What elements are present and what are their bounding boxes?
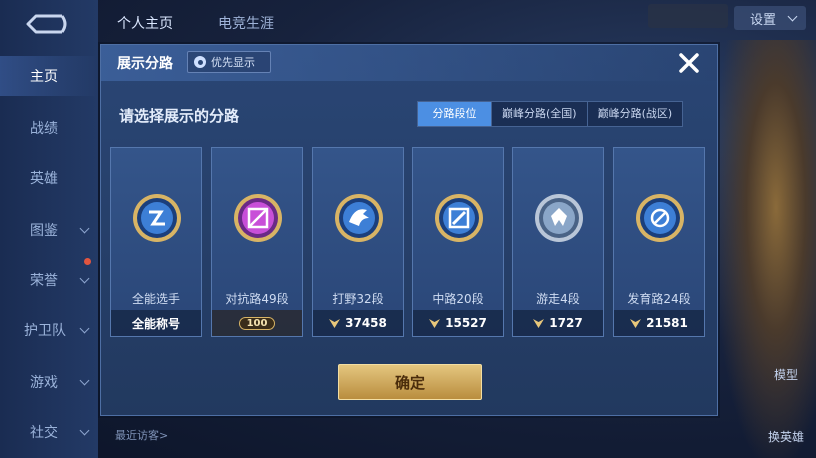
confirm-button[interactable]: 确定 (338, 364, 482, 400)
chevron-down-icon (79, 425, 90, 436)
chevron-down-icon (787, 11, 798, 22)
lane-footer-text: 1727 (549, 316, 583, 330)
peak-points-icon (429, 318, 441, 328)
nav-item-games[interactable]: 游戏 (0, 362, 98, 402)
lane-footer-text: 全能称号 (131, 316, 180, 331)
dialog-title: 展示分路 (117, 56, 173, 72)
nav-item-honor[interactable]: 荣誉 (0, 260, 98, 300)
model-button[interactable]: 模型 (774, 366, 798, 383)
gear-icon (194, 56, 206, 68)
nav-item-heroes[interactable]: 英雄 (0, 158, 98, 198)
left-nav: 主页 战绩 英雄 图鉴 荣誉 护卫队 游戏 社交 (0, 0, 98, 458)
lane-footer-text: 21581 (646, 316, 688, 330)
nav-item-social[interactable]: 社交 (0, 412, 98, 452)
settings-label: 设置 (750, 12, 777, 28)
lane-name: 对抗路49段 (225, 292, 289, 306)
tab-profile[interactable]: 个人主页 (117, 13, 173, 33)
chevron-down-icon (79, 323, 90, 334)
tab-lane-rank[interactable]: 分路段位 (418, 102, 491, 126)
nav-label: 社交 (30, 425, 58, 441)
priority-display-button[interactable]: 优先显示 (187, 51, 271, 73)
lane-footer: 1727 (513, 310, 603, 336)
lane-footer: 37458 (313, 310, 403, 336)
lane-name: 打野32段 (332, 292, 384, 306)
nav-label: 主页 (30, 69, 58, 85)
lane-footer: 100 (212, 310, 302, 336)
nav-label: 荣誉 (30, 273, 58, 289)
change-hero-button[interactable]: 换英雄 (768, 428, 804, 445)
allround-icon (133, 194, 181, 242)
tab-peak-region[interactable]: 巅峰分路(战区) (586, 102, 683, 126)
lane-card-roam[interactable]: 游走4段 1727 (512, 147, 604, 337)
nav-label: 护卫队 (24, 323, 66, 339)
tab-peak-national[interactable]: 巅峰分路(全国) (491, 102, 587, 126)
status-badge (648, 4, 728, 28)
lane-name: 游走4段 (536, 292, 580, 306)
lane-card-farm[interactable]: 发育路24段 21581 (613, 147, 705, 337)
tab-esports[interactable]: 电竞生涯 (218, 13, 274, 33)
sword-icon (234, 194, 282, 242)
nav-label: 英雄 (30, 171, 58, 187)
lane-card-clash[interactable]: 对抗路49段 100 (211, 147, 303, 337)
lane-footer-text: 100 (246, 317, 268, 329)
lane-display-dialog: 展示分路 优先显示 请选择展示的分路 分路段位 巅峰分路(全国) 巅峰分路(战区… (100, 44, 718, 416)
dialog-subtitle: 请选择展示的分路 (119, 107, 240, 125)
lane-card-allround[interactable]: 全能选手 全能称号 (110, 147, 202, 337)
rank-plaque: 100 (238, 316, 276, 330)
nav-item-gallery[interactable]: 图鉴 (0, 210, 98, 250)
close-icon[interactable] (675, 49, 703, 77)
lane-footer-text: 37458 (345, 316, 387, 330)
settings-button[interactable]: 设置 (734, 6, 806, 30)
recent-visitors[interactable]: 最近访客> (115, 427, 168, 443)
lane-name: 发育路24段 (627, 292, 691, 306)
chevron-down-icon (79, 273, 90, 284)
nav-label: 图鉴 (30, 223, 58, 239)
nav-label: 战绩 (30, 121, 58, 137)
lane-footer: 全能称号 (111, 310, 201, 336)
lane-card-mid[interactable]: 中路20段 15527 (412, 147, 504, 337)
lane-type-tabs: 分路段位 巅峰分路(全国) 巅峰分路(战区) (417, 101, 684, 127)
target-icon (636, 194, 684, 242)
chevron-down-icon (79, 375, 90, 386)
peak-points-icon (329, 318, 341, 328)
lane-footer-text: 15527 (445, 316, 487, 330)
staff-icon (435, 194, 483, 242)
chevron-down-icon (79, 223, 90, 234)
wing-icon (535, 194, 583, 242)
lane-footer: 21581 (614, 310, 704, 336)
nav-item-home[interactable]: 主页 (0, 56, 98, 96)
wolf-icon (335, 194, 383, 242)
peak-points-icon (533, 318, 545, 328)
lane-name: 中路20段 (432, 292, 484, 306)
lane-name: 全能选手 (131, 292, 180, 306)
nav-item-record[interactable]: 战绩 (0, 108, 98, 148)
back-arrow-icon[interactable] (22, 10, 70, 38)
nav-item-guard[interactable]: 护卫队 (0, 310, 98, 350)
priority-display-label: 优先显示 (211, 56, 255, 69)
peak-points-icon (630, 318, 642, 328)
hero-portrait (716, 40, 816, 458)
lane-card-jungle[interactable]: 打野32段 37458 (312, 147, 404, 337)
dialog-header: 展示分路 优先显示 (101, 45, 717, 81)
lane-footer: 15527 (413, 310, 503, 336)
nav-label: 游戏 (30, 375, 58, 391)
